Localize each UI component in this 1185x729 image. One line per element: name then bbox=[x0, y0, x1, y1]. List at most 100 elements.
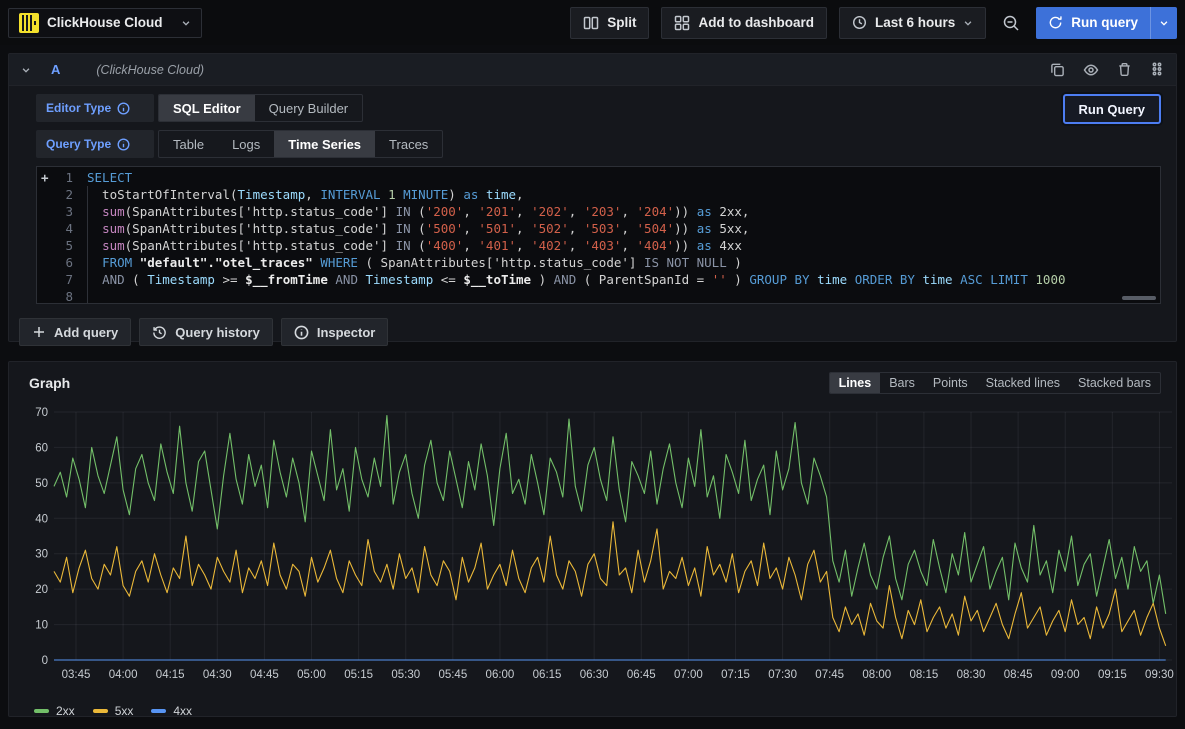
x-axis-tick: 09:15 bbox=[1098, 669, 1127, 681]
chevron-down-icon bbox=[963, 18, 973, 28]
dashboard-grid-icon bbox=[674, 15, 690, 31]
y-axis-tick: 60 bbox=[35, 442, 48, 454]
x-axis-tick: 07:15 bbox=[721, 669, 750, 681]
info-icon[interactable] bbox=[117, 102, 130, 115]
editor-type-toggle: SQL Editor Query Builder bbox=[158, 94, 363, 122]
graph-mode-bars[interactable]: Bars bbox=[880, 373, 924, 393]
duplicate-query-icon[interactable] bbox=[1050, 62, 1065, 78]
legend-item-2xx[interactable]: 2xx bbox=[34, 704, 75, 718]
x-axis-tick: 07:00 bbox=[674, 669, 703, 681]
horizontal-scrollbar[interactable] bbox=[1122, 296, 1156, 300]
split-icon bbox=[583, 15, 599, 31]
code-line[interactable]: 8 bbox=[37, 288, 1160, 304]
query-type-row: Query Type Table Logs Time Series Traces bbox=[36, 130, 1161, 158]
split-button[interactable]: Split bbox=[570, 7, 649, 39]
series-line-2xx bbox=[54, 416, 1166, 614]
query-type-label: Query Type bbox=[46, 137, 111, 151]
plus-icon bbox=[32, 325, 46, 339]
top-toolbar: ClickHouse Cloud Split Add to dashboard … bbox=[0, 0, 1185, 45]
code-line[interactable]: 4 sum(SpanAttributes['http.status_code']… bbox=[37, 220, 1160, 237]
graph-mode-points[interactable]: Points bbox=[924, 373, 977, 393]
add-query-button[interactable]: Add query bbox=[19, 318, 131, 346]
time-range-picker[interactable]: Last 6 hours bbox=[839, 7, 986, 39]
info-icon[interactable] bbox=[117, 138, 130, 151]
x-axis-tick: 08:30 bbox=[957, 669, 986, 681]
x-axis-tick: 09:00 bbox=[1051, 669, 1080, 681]
editor-type-label: Editor Type bbox=[46, 101, 111, 115]
legend-label: 5xx bbox=[115, 704, 134, 718]
x-axis-tick: 07:45 bbox=[815, 669, 844, 681]
query-type-tab-time-series[interactable]: Time Series bbox=[274, 131, 375, 157]
code-line[interactable]: 1+SELECT bbox=[37, 169, 1160, 186]
x-axis-tick: 06:15 bbox=[533, 669, 562, 681]
graph-mode-toggle: Lines Bars Points Stacked lines Stacked … bbox=[829, 372, 1161, 394]
zoom-out-time-button[interactable] bbox=[998, 7, 1024, 39]
query-history-button[interactable]: Query history bbox=[139, 318, 273, 346]
x-axis-tick: 04:15 bbox=[156, 669, 185, 681]
x-axis-tick: 05:45 bbox=[438, 669, 467, 681]
sql-code-lines: 1+SELECT2 toStartOfInterval(Timestamp, I… bbox=[37, 169, 1160, 304]
x-axis-tick: 06:30 bbox=[580, 669, 609, 681]
x-axis-tick: 04:45 bbox=[250, 669, 279, 681]
run-query-dropdown[interactable] bbox=[1150, 7, 1177, 39]
code-line[interactable]: 6 FROM "default"."otel_traces" WHERE ( S… bbox=[37, 254, 1160, 271]
editor-type-option-query-builder[interactable]: Query Builder bbox=[255, 95, 362, 121]
code-line[interactable]: 2 toStartOfInterval(Timestamp, INTERVAL … bbox=[37, 186, 1160, 203]
code-line[interactable]: 7 AND ( Timestamp >= $__fromTime AND Tim… bbox=[37, 271, 1160, 288]
query-type-tab-table[interactable]: Table bbox=[159, 131, 218, 157]
drag-handle-icon[interactable] bbox=[1150, 62, 1164, 78]
legend-item-4xx[interactable]: 4xx bbox=[151, 704, 192, 718]
delete-query-trash-icon[interactable] bbox=[1117, 62, 1132, 78]
graph-mode-stacked-lines[interactable]: Stacked lines bbox=[977, 373, 1069, 393]
run-query-label: Run query bbox=[1071, 15, 1138, 30]
add-to-dashboard-label: Add to dashboard bbox=[698, 15, 814, 30]
editor-type-label-chip: Editor Type bbox=[36, 94, 154, 122]
add-to-dashboard-button[interactable]: Add to dashboard bbox=[661, 7, 827, 39]
graph-mode-lines[interactable]: Lines bbox=[830, 373, 881, 393]
x-axis-tick: 05:00 bbox=[297, 669, 326, 681]
y-axis-tick: 30 bbox=[35, 549, 48, 561]
y-axis-tick: 20 bbox=[35, 584, 48, 596]
graph-panel: Graph Lines Bars Points Stacked lines St… bbox=[8, 361, 1177, 717]
clickhouse-logo-icon bbox=[19, 13, 39, 33]
code-line[interactable]: 3 sum(SpanAttributes['http.status_code']… bbox=[37, 203, 1160, 220]
x-axis-tick: 08:45 bbox=[1004, 669, 1033, 681]
sql-editor[interactable]: 1+SELECT2 toStartOfInterval(Timestamp, I… bbox=[36, 166, 1161, 304]
zoom-out-icon bbox=[1002, 14, 1020, 32]
disable-query-eye-icon[interactable] bbox=[1083, 62, 1099, 78]
add-query-label: Add query bbox=[54, 325, 118, 340]
legend-swatch bbox=[93, 709, 108, 713]
query-row-header[interactable]: A (ClickHouse Cloud) bbox=[9, 54, 1176, 86]
datasource-name: ClickHouse Cloud bbox=[47, 15, 173, 30]
x-axis-tick: 04:30 bbox=[203, 669, 232, 681]
editor-type-option-sql-editor[interactable]: SQL Editor bbox=[159, 95, 255, 121]
y-axis-tick: 50 bbox=[35, 478, 48, 490]
query-footer-buttons: Add query Query history Inspector bbox=[19, 318, 1176, 346]
time-range-label: Last 6 hours bbox=[875, 15, 955, 30]
collapse-chevron-icon[interactable] bbox=[21, 65, 31, 75]
query-type-tab-logs[interactable]: Logs bbox=[218, 131, 274, 157]
legend-swatch bbox=[34, 709, 49, 713]
y-axis-tick: 10 bbox=[35, 620, 48, 632]
inspector-button[interactable]: Inspector bbox=[281, 318, 389, 346]
graph-title: Graph bbox=[29, 375, 70, 391]
legend-label: 2xx bbox=[56, 704, 75, 718]
x-axis-tick: 06:00 bbox=[486, 669, 515, 681]
code-line[interactable]: 5 sum(SpanAttributes['http.status_code']… bbox=[37, 237, 1160, 254]
editor-type-row: Editor Type SQL Editor Query Builder bbox=[36, 94, 1161, 122]
y-axis-tick: 40 bbox=[35, 513, 48, 525]
y-axis-tick: 70 bbox=[35, 407, 48, 419]
time-series-chart[interactable]: 01020304050607003:4504:0004:1504:3004:45… bbox=[24, 398, 1161, 699]
chevron-down-icon bbox=[181, 18, 191, 28]
refresh-icon bbox=[1048, 15, 1063, 30]
legend-item-5xx[interactable]: 5xx bbox=[93, 704, 134, 718]
datasource-picker[interactable]: ClickHouse Cloud bbox=[8, 8, 202, 38]
x-axis-tick: 09:30 bbox=[1145, 669, 1174, 681]
run-query-split-button[interactable]: Run query bbox=[1036, 7, 1177, 39]
run-query-panel-button[interactable]: Run Query bbox=[1063, 94, 1161, 124]
graph-legend: 2xx 5xx 4xx bbox=[34, 701, 1161, 721]
query-ref-id: A bbox=[51, 62, 60, 77]
x-axis-tick: 07:30 bbox=[768, 669, 797, 681]
graph-mode-stacked-bars[interactable]: Stacked bars bbox=[1069, 373, 1160, 393]
query-type-tab-traces[interactable]: Traces bbox=[375, 131, 442, 157]
